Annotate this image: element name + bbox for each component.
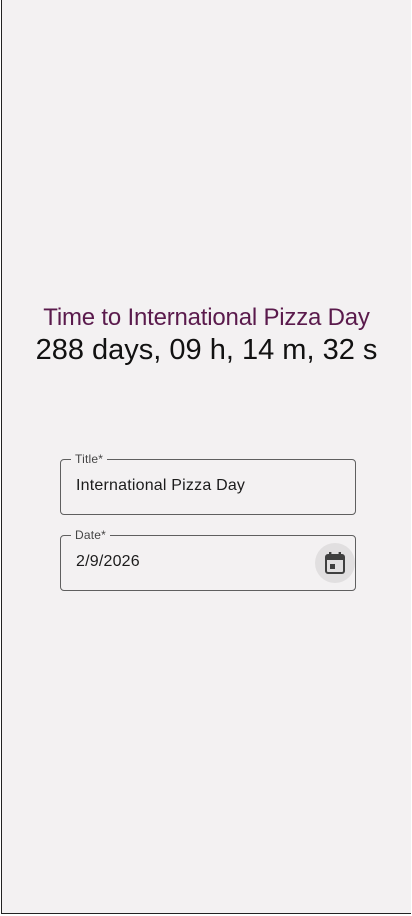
date-field[interactable]: Date* 2/9/2026 — [60, 528, 356, 591]
title-input[interactable]: International Pizza Day — [76, 477, 245, 495]
date-field-label: Date* — [71, 528, 111, 542]
app-screen: Time to International Pizza Day 288 days… — [1, 0, 411, 914]
countdown-title: Time to International Pizza Day — [43, 304, 370, 331]
title-field[interactable]: Title* International Pizza Day — [60, 452, 356, 515]
date-input[interactable]: 2/9/2026 — [76, 553, 140, 571]
countdown-timer: 288 days, 09 h, 14 m, 32 s — [35, 334, 378, 366]
date-picker-button[interactable] — [315, 543, 355, 583]
title-field-label: Title* — [71, 452, 108, 466]
calendar-icon — [325, 552, 345, 574]
